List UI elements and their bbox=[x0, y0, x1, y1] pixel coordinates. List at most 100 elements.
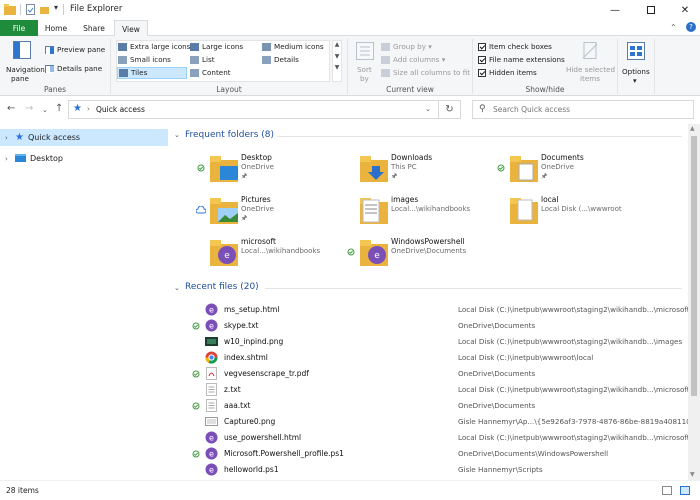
file-row[interactable]: Capture0.png Gisle Hannemyr\Ap...\{5e926a… bbox=[170, 414, 688, 430]
refresh-button[interactable]: ↻ bbox=[439, 100, 461, 119]
navigation-pane-label: Navigation bbox=[6, 65, 45, 74]
images-folder-icon bbox=[360, 198, 388, 224]
details-pane-button[interactable]: Details pane bbox=[45, 64, 102, 73]
content-icon bbox=[190, 68, 199, 77]
search-box[interactable]: ⚲ bbox=[472, 100, 694, 119]
tile-documents[interactable]: Documents OneDrive 🖈 bbox=[495, 152, 645, 188]
tab-view[interactable]: View bbox=[114, 20, 148, 37]
section-collapse-icon[interactable]: ⌄ bbox=[174, 284, 180, 292]
nav-item-quick-access[interactable]: › ★ Quick access bbox=[0, 129, 168, 146]
hide-selected-label: Hide selected bbox=[566, 65, 616, 74]
group-by-button[interactable]: Group by ▾ bbox=[381, 42, 432, 51]
forward-button[interactable]: → bbox=[25, 103, 33, 114]
item-check-boxes-toggle[interactable]: Item check boxes bbox=[478, 42, 552, 51]
navigation-pane-button[interactable]: Navigation pane bbox=[4, 39, 45, 83]
add-columns-button[interactable]: Add columns ▾ bbox=[381, 55, 445, 64]
sort-by-button[interactable]: Sort by bbox=[352, 39, 378, 83]
recent-locations-button[interactable]: ⌄ bbox=[42, 106, 48, 114]
expand-chevron-icon[interactable]: › bbox=[5, 155, 15, 163]
details-view-toggle-icon[interactable] bbox=[662, 486, 672, 495]
file-location: Local Disk (C:)\inetpub\wwwroot\staging2… bbox=[458, 385, 688, 394]
tab-share[interactable]: Share bbox=[74, 20, 114, 36]
file-row[interactable]: aaa.txt OneDrive\Documents bbox=[170, 398, 688, 414]
tile-desktop[interactable]: Desktop OneDrive 🖈 bbox=[195, 152, 335, 188]
scroll-thumb[interactable] bbox=[691, 136, 697, 396]
tiles-label: Tiles bbox=[131, 68, 148, 77]
file-row[interactable]: e helloworld.ps1 Gisle Hannemyr\Scripts bbox=[170, 462, 688, 478]
preview-pane-label: Preview pane bbox=[57, 45, 106, 54]
scroll-down-arrow-icon[interactable]: ▼ bbox=[690, 471, 695, 478]
tile-downloads[interactable]: Downloads This PC 🖈 bbox=[345, 152, 485, 188]
ribbon-separator-5 bbox=[654, 39, 655, 94]
list-option[interactable]: List bbox=[190, 55, 215, 64]
close-button[interactable]: ✕ bbox=[668, 0, 700, 20]
svg-text:e: e bbox=[209, 466, 214, 475]
tile-images[interactable]: images Local...\wikihandbooks bbox=[345, 194, 485, 230]
vertical-scrollbar[interactable]: ▲ ▼ bbox=[688, 124, 700, 480]
file-row[interactable]: e use_powershell.html Local Disk (C:)\inet… bbox=[170, 430, 688, 446]
expand-chevron-icon[interactable]: › bbox=[5, 134, 15, 142]
tile-pictures[interactable]: Pictures OneDrive 🖈 bbox=[195, 194, 335, 230]
tab-home[interactable]: Home bbox=[38, 20, 74, 36]
back-button[interactable]: ← bbox=[7, 103, 15, 114]
breadcrumb-quick-access[interactable]: Quick access bbox=[96, 105, 145, 114]
tile-name: Documents bbox=[541, 153, 584, 162]
up-button[interactable]: ↑ bbox=[55, 103, 63, 114]
tiles-option[interactable]: Tiles bbox=[117, 67, 187, 79]
address-dropdown-icon[interactable]: ⌄ bbox=[425, 105, 431, 113]
address-bar[interactable]: ★ › Quick access ⌄ bbox=[68, 100, 439, 119]
file-row[interactable]: index.shtml Local Disk (C:)\inetpub\wwwro… bbox=[170, 350, 688, 366]
details-icon bbox=[262, 55, 271, 64]
file-row[interactable]: w10_inpind.png Local Disk (C:)\inetpub\ww… bbox=[170, 334, 688, 350]
hide-selected-icon bbox=[582, 42, 598, 59]
medium-icons-option[interactable]: Medium icons bbox=[262, 42, 324, 51]
maximize-button[interactable] bbox=[634, 0, 668, 20]
help-icon[interactable]: ? bbox=[686, 22, 696, 32]
new-folder-icon[interactable] bbox=[40, 4, 49, 15]
large-icons-option[interactable]: Large icons bbox=[190, 42, 243, 51]
tab-file[interactable]: File bbox=[0, 20, 38, 36]
options-label: Options bbox=[622, 67, 650, 76]
scroll-up-icon: ▲ bbox=[334, 41, 340, 48]
file-row[interactable]: e ms_setup.html Local Disk (C:)\inetpub\ww… bbox=[170, 302, 688, 318]
file-row[interactable]: e skype.txt OneDrive\Documents bbox=[170, 318, 688, 334]
content-option[interactable]: Content bbox=[190, 68, 231, 77]
extra-large-icons-option[interactable]: Extra large icons bbox=[118, 42, 190, 51]
section-collapse-icon[interactable]: ⌄ bbox=[174, 131, 180, 139]
file-row[interactable]: e Microsoft.Powershell_profile.ps1 OneDriv… bbox=[170, 446, 688, 462]
preview-pane-button[interactable]: Preview pane bbox=[45, 45, 105, 54]
properties-icon[interactable] bbox=[26, 4, 35, 15]
file-name: Microsoft.Powershell_profile.ps1 bbox=[224, 449, 344, 458]
small-icons-option[interactable]: Small icons bbox=[118, 55, 171, 64]
file-name: Capture0.png bbox=[224, 417, 276, 426]
search-input[interactable] bbox=[493, 103, 689, 116]
file-row[interactable]: vegvesenscrape_tr.pdf OneDrive\Documents bbox=[170, 366, 688, 382]
pictures-folder-icon bbox=[210, 198, 238, 224]
search-icon: ⚲ bbox=[479, 104, 486, 114]
layout-gallery-scroll[interactable]: ▲ ▼ ▼ bbox=[332, 40, 342, 82]
hidden-items-toggle[interactable]: Hidden items bbox=[478, 68, 537, 77]
tile-location: This PC bbox=[391, 163, 417, 171]
pin-icon: 🖈 bbox=[541, 172, 548, 180]
size-columns-icon bbox=[381, 68, 390, 77]
recent-files-heading[interactable]: Recent files (20) bbox=[185, 282, 259, 292]
nav-item-desktop[interactable]: › Desktop bbox=[0, 150, 168, 167]
content-label: Content bbox=[202, 68, 231, 77]
large-icons-view-toggle-icon[interactable] bbox=[680, 486, 690, 495]
tile-microsoft[interactable]: e microsoft Local...\wikihandbooks bbox=[195, 236, 335, 272]
hide-selected-items-button[interactable]: Hide selected items bbox=[566, 39, 616, 83]
frequent-folders-heading[interactable]: Frequent folders (8) bbox=[185, 130, 274, 140]
scroll-up-arrow-icon[interactable]: ▲ bbox=[690, 125, 695, 132]
size-all-columns-button[interactable]: Size all columns to fit bbox=[381, 68, 470, 77]
file-name: use_powershell.html bbox=[224, 433, 302, 442]
quick-access-toolbar-dropdown-icon[interactable]: ▾ bbox=[54, 3, 58, 12]
details-option[interactable]: Details bbox=[262, 55, 299, 64]
tile-local[interactable]: local Local Disk (...\wwwroot bbox=[495, 194, 655, 230]
medium-icons-icon bbox=[262, 42, 271, 51]
options-button[interactable]: Options ▾ bbox=[620, 39, 652, 85]
tile-windowspowershell[interactable]: e WindowsPowershell OneDrive\Documents bbox=[345, 236, 505, 272]
file-name-extensions-toggle[interactable]: File name extensions bbox=[478, 55, 565, 64]
ribbon-collapse-icon[interactable]: ⌃ bbox=[670, 23, 677, 32]
minimize-button[interactable]: — bbox=[598, 0, 632, 20]
file-row[interactable]: z.txt Local Disk (C:)\inetpub\wwwroot\sta… bbox=[170, 382, 688, 398]
